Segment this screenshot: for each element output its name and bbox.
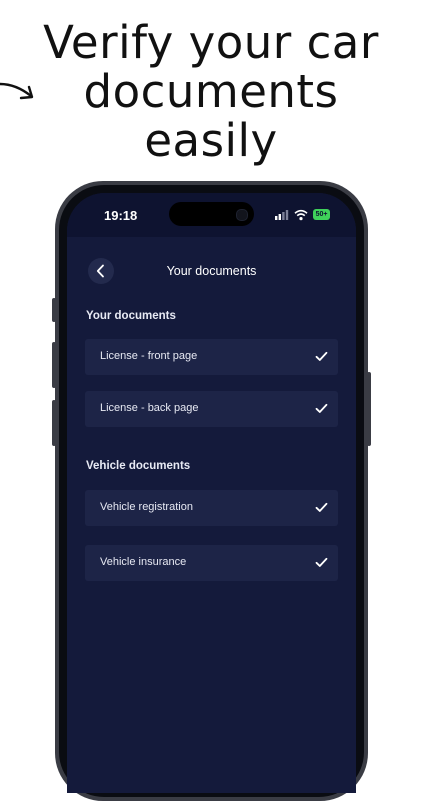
headline-line-3: easily xyxy=(144,114,278,167)
checkmark-icon xyxy=(315,557,328,567)
phone-power-button xyxy=(367,372,371,446)
headline: Verify your car documents easily xyxy=(0,18,422,165)
doc-label: License - back page xyxy=(100,402,199,414)
doc-row-license-front[interactable]: License - front page xyxy=(85,339,338,375)
phone-volume-down xyxy=(52,400,56,446)
checkmark-icon xyxy=(315,502,328,512)
phone-silent-switch xyxy=(52,298,56,322)
doc-label: Vehicle registration xyxy=(100,501,193,513)
checkmark-icon xyxy=(315,351,328,361)
section-title-your-documents: Your documents xyxy=(86,310,176,322)
section-title-vehicle-documents: Vehicle documents xyxy=(86,460,191,472)
doc-row-vehicle-insurance[interactable]: Vehicle insurance xyxy=(85,545,338,581)
dynamic-island xyxy=(169,202,254,226)
front-camera xyxy=(236,209,248,221)
doc-label: Vehicle insurance xyxy=(100,556,187,568)
headline-line-2: documents xyxy=(83,65,339,118)
headline-line-1: Verify your car xyxy=(43,16,379,69)
status-bar: 19:18 50+ xyxy=(67,193,356,237)
doc-row-vehicle-registration[interactable]: Vehicle registration xyxy=(85,490,338,526)
phone-screen: 19:18 50+ Your documents Your documents … xyxy=(67,193,356,793)
phone-volume-up xyxy=(52,342,56,388)
page-title: Your documents xyxy=(166,264,257,278)
signal-icon xyxy=(275,210,289,220)
status-time: 19:18 xyxy=(104,208,138,223)
checkmark-icon xyxy=(315,403,328,413)
battery-icon: 50+ xyxy=(313,209,330,220)
curved-arrow-icon xyxy=(0,82,34,100)
doc-row-license-back[interactable]: License - back page xyxy=(85,391,338,427)
doc-label: License - front page xyxy=(100,350,198,362)
wifi-icon xyxy=(294,209,308,221)
